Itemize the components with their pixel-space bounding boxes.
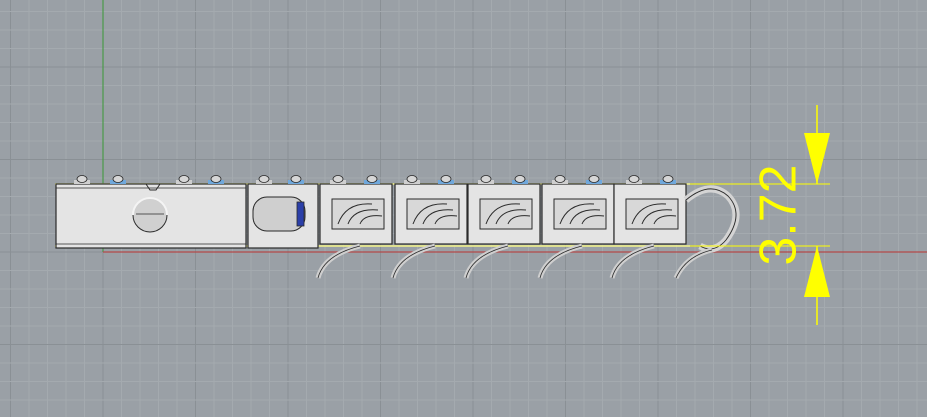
rivet-head — [554, 175, 566, 183]
rivet-head — [480, 175, 492, 183]
link-window — [553, 198, 607, 230]
rivet-head — [258, 175, 270, 183]
rivet-head — [290, 175, 302, 183]
rivet-head — [178, 175, 190, 183]
rhino-viewport-top[interactable]: 3.72 — [0, 0, 927, 417]
rivet-head — [514, 175, 526, 183]
link-window — [331, 198, 385, 230]
rivet-head — [662, 175, 674, 183]
rivet-head — [112, 175, 124, 183]
link-window — [479, 198, 533, 230]
rivet-head — [366, 175, 378, 183]
rivet-head — [588, 175, 600, 183]
link-window — [625, 198, 679, 230]
rivet-head — [332, 175, 344, 183]
rivet-head — [628, 175, 640, 183]
roller-bearing — [296, 201, 305, 227]
link-window — [406, 198, 460, 230]
dimension-value[interactable]: 3.72 — [750, 164, 808, 265]
rivet-head — [76, 175, 88, 183]
viewport-canvas[interactable]: 3.72 — [0, 0, 927, 417]
rivet-head — [210, 175, 222, 183]
rivet-head — [440, 175, 452, 183]
rivet-head — [406, 175, 418, 183]
